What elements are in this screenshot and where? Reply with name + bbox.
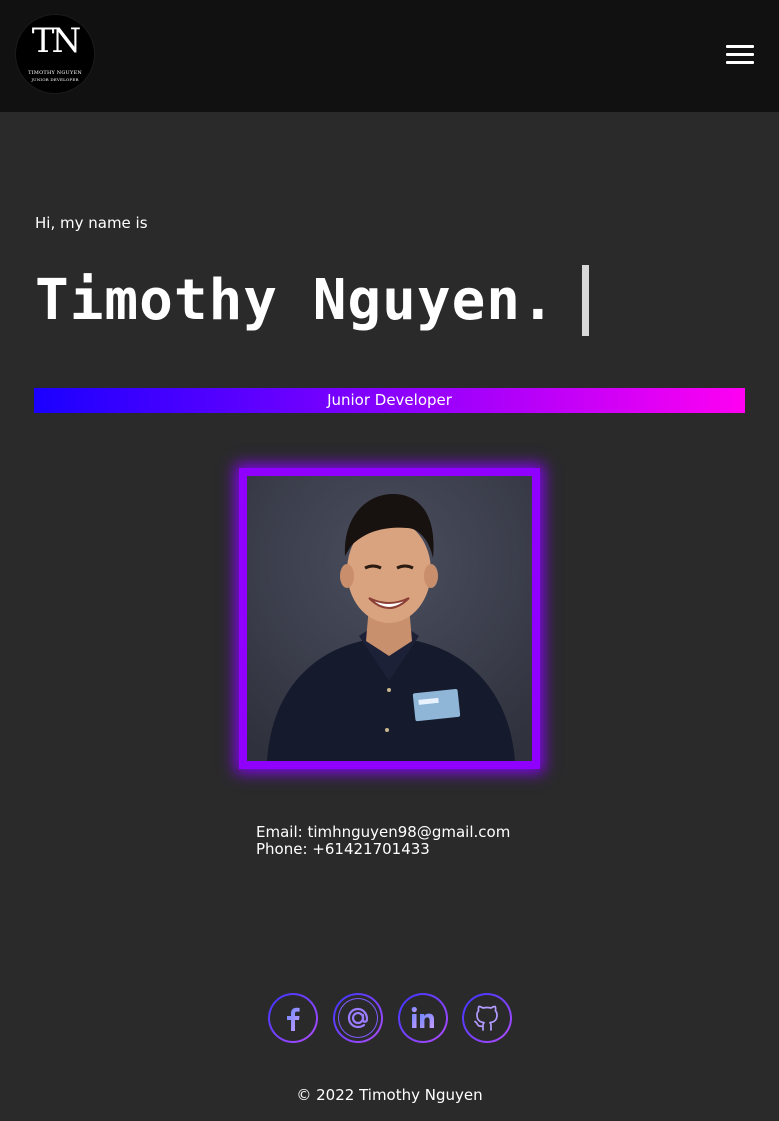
contact-info: Email: timhnguyen98@gmail.com Phone: +61… <box>256 824 510 858</box>
role-banner: Junior Developer <box>34 388 745 413</box>
logo-monogram: TN <box>31 21 81 61</box>
facebook-icon <box>287 1007 300 1031</box>
profile-photo-frame <box>239 468 540 769</box>
linkedin-icon <box>411 1006 434 1028</box>
email-at-icon <box>347 1007 369 1029</box>
site-logo[interactable]: TN TIMOTHY NGUYEN JUNIOR DEVELOPER <box>16 15 94 93</box>
email-link[interactable] <box>333 993 383 1043</box>
profile-photo <box>247 476 532 761</box>
github-link[interactable] <box>462 993 512 1043</box>
social-links <box>268 993 512 1043</box>
typing-cursor <box>582 265 589 336</box>
hero-name: Timothy Nguyen. <box>35 268 556 333</box>
github-icon <box>474 1005 498 1031</box>
contact-phone[interactable]: Phone: +61421701433 <box>256 841 510 858</box>
contact-email[interactable]: Email: timhnguyen98@gmail.com <box>256 824 510 841</box>
logo-name: TIMOTHY NGUYEN <box>28 70 82 76</box>
hamburger-menu-icon[interactable] <box>724 42 756 66</box>
site-header: TN TIMOTHY NGUYEN JUNIOR DEVELOPER <box>0 0 779 112</box>
logo-subtitle: JUNIOR DEVELOPER <box>31 77 79 82</box>
intro-text: Hi, my name is <box>35 214 148 232</box>
linkedin-link[interactable] <box>398 993 448 1043</box>
footer-copyright: © 2022 Timothy Nguyen <box>296 1086 483 1104</box>
facebook-link[interactable] <box>268 993 318 1043</box>
